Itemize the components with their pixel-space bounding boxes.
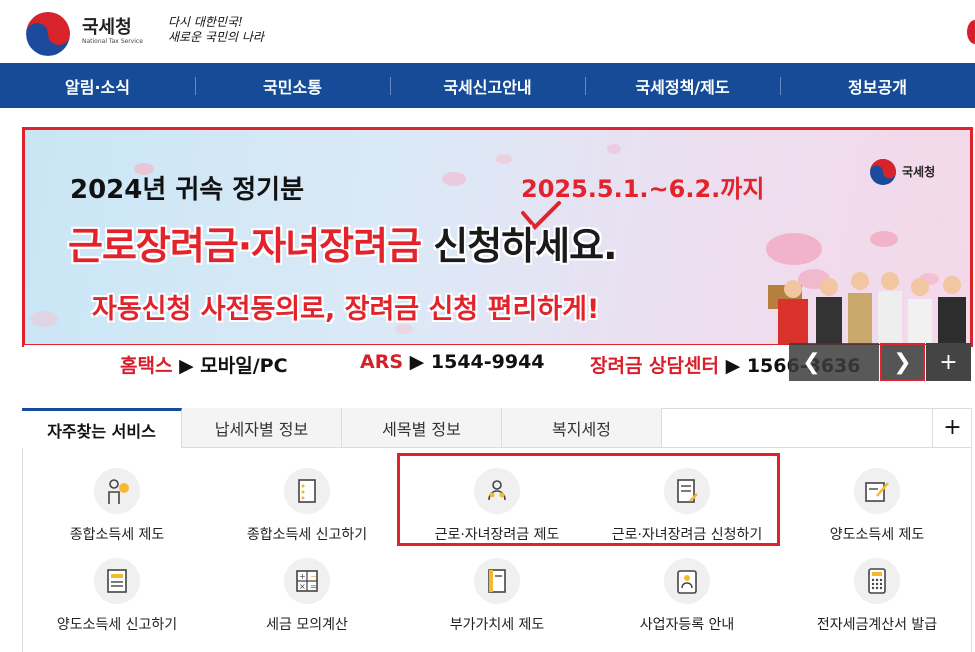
site-header: 국세청 National Tax Service 다시 대한민국! 새로운 국민…	[0, 0, 975, 63]
banner-date: 2025.5.1.~6.2.까지	[521, 175, 765, 203]
banner-headline-red: 근로장려금·자녀장려금	[68, 224, 422, 268]
tab-tax-item-info[interactable]: 세목별 정보	[342, 408, 502, 448]
banner-headline: 근로장려금·자녀장려금 신청하세요.	[68, 215, 618, 270]
banner-prev-button[interactable]: ❮	[789, 343, 834, 381]
calculator-icon: + − × =	[284, 558, 330, 604]
svg-text:−: −	[310, 572, 317, 581]
form-pen-icon	[664, 468, 710, 514]
banner-nts-logo-icon	[870, 159, 896, 185]
service-item[interactable]: 부가가치세 제도	[402, 550, 592, 640]
slogan-line2: 새로운 국민의 나라	[168, 30, 264, 44]
nav-item-tax-filing-guide[interactable]: 국세신고안내	[390, 63, 585, 108]
service-label: 세금 모의계산	[266, 617, 348, 633]
corner-menu-icon[interactable]	[967, 20, 975, 44]
main-navigation: 알림·소식 국민소통 국세신고안내 국세정책/제도 정보공개	[0, 63, 975, 108]
hometax-value: ▶ 모바일/PC	[179, 355, 288, 377]
service-item[interactable]: 양도소득세 신고하기	[22, 550, 212, 640]
svg-text:=: =	[310, 582, 317, 591]
id-card-icon	[664, 558, 710, 604]
service-label: 종합소득세 제도	[69, 527, 165, 543]
report-icon	[94, 558, 140, 604]
banner-more-button[interactable]: +	[926, 343, 971, 381]
service-item[interactable]: 양도소득세 제도	[782, 460, 972, 550]
workers-illustration-icon	[768, 272, 966, 345]
banner-logo-name: 국세청	[902, 165, 936, 179]
tab-welfare-tax[interactable]: 복지세정	[502, 408, 662, 448]
service-label: 사업자등록 안내	[639, 617, 735, 633]
book-pen-icon	[854, 468, 900, 514]
nav-item-communication[interactable]: 국민소통	[195, 63, 390, 108]
tab-taxpayer-info[interactable]: 납세자별 정보	[182, 408, 342, 448]
banner-subline: 자동신청 사전동의로, 장려금 신청 편리하게!	[92, 294, 600, 325]
nav-item-news[interactable]: 알림·소식	[0, 63, 195, 108]
book-icon	[474, 558, 520, 604]
services-tabs: 자주찾는 서비스 납세자별 정보 세목별 정보 복지세정 +	[22, 408, 972, 448]
service-label: 근로·자녀장려금 제도	[434, 527, 560, 543]
service-item[interactable]: 종합소득세 신고하기	[212, 460, 402, 550]
nav-item-disclosure[interactable]: 정보공개	[780, 63, 975, 108]
service-item[interactable]: 근로·자녀장려금 제도	[402, 460, 592, 550]
ars-contact: ARS ▶ 1544-9944	[360, 351, 545, 373]
banner-next-button[interactable]: ❯	[880, 343, 925, 381]
service-item[interactable]: 종합소득세 제도	[22, 460, 212, 550]
service-label: 종합소득세 신고하기	[246, 527, 368, 543]
banner-title-line1: 2024년 귀속 정기분	[70, 175, 304, 205]
service-item[interactable]: 근로·자녀장려금 신청하기	[592, 460, 782, 550]
main-banner[interactable]: 2024년 귀속 정기분 2025.5.1.~6.2.까지 근로장려금·자녀장려…	[24, 129, 971, 345]
tab-frequent-services[interactable]: 자주찾는 서비스	[22, 408, 182, 448]
svg-text:+: +	[299, 572, 306, 581]
services-grid: 종합소득세 제도 종합소득세 신고하기 근로·자녀장려금 제도 근로·자녀장려금…	[22, 460, 972, 640]
service-label: 양도소득세 신고하기	[56, 617, 178, 633]
slogan: 다시 대한민국! 새로운 국민의 나라	[168, 15, 264, 45]
service-label: 근로·자녀장려금 신청하기	[611, 527, 763, 543]
service-label: 양도소득세 제도	[829, 527, 925, 543]
keypad-icon	[854, 558, 900, 604]
hometax-contact: 홈택스 ▶ 모바일/PC	[120, 351, 288, 378]
ars-label: ARS	[360, 351, 404, 373]
slogan-line1: 다시 대한민국!	[168, 15, 243, 29]
logo-name[interactable]: 국세청	[82, 13, 132, 39]
tab-spacer	[662, 408, 932, 448]
document-icon	[284, 468, 330, 514]
logo-subtitle: National Tax Service	[82, 38, 143, 45]
person-bulb-icon	[94, 468, 140, 514]
service-item[interactable]: 사업자등록 안내	[592, 550, 782, 640]
family-icon	[474, 468, 520, 514]
service-item[interactable]: + − × = 세금 모의계산	[212, 550, 402, 640]
nav-item-tax-policy[interactable]: 국세정책/제도	[585, 63, 780, 108]
banner-pause-button[interactable]	[834, 343, 879, 381]
service-label: 부가가치세 제도	[449, 617, 545, 633]
nts-logo-icon[interactable]	[26, 12, 70, 56]
services-more-button[interactable]: +	[932, 408, 972, 448]
hometax-label: 홈택스	[120, 355, 173, 377]
banner-headline-dark: 신청하세요.	[433, 224, 617, 268]
svg-text:×: ×	[299, 582, 306, 591]
ars-value: ▶ 1544-9944	[409, 351, 545, 373]
service-label: 전자세금계산서 발급	[816, 617, 938, 633]
center-label: 장려금 상담센터	[590, 355, 719, 377]
service-item[interactable]: 전자세금계산서 발급	[782, 550, 972, 640]
